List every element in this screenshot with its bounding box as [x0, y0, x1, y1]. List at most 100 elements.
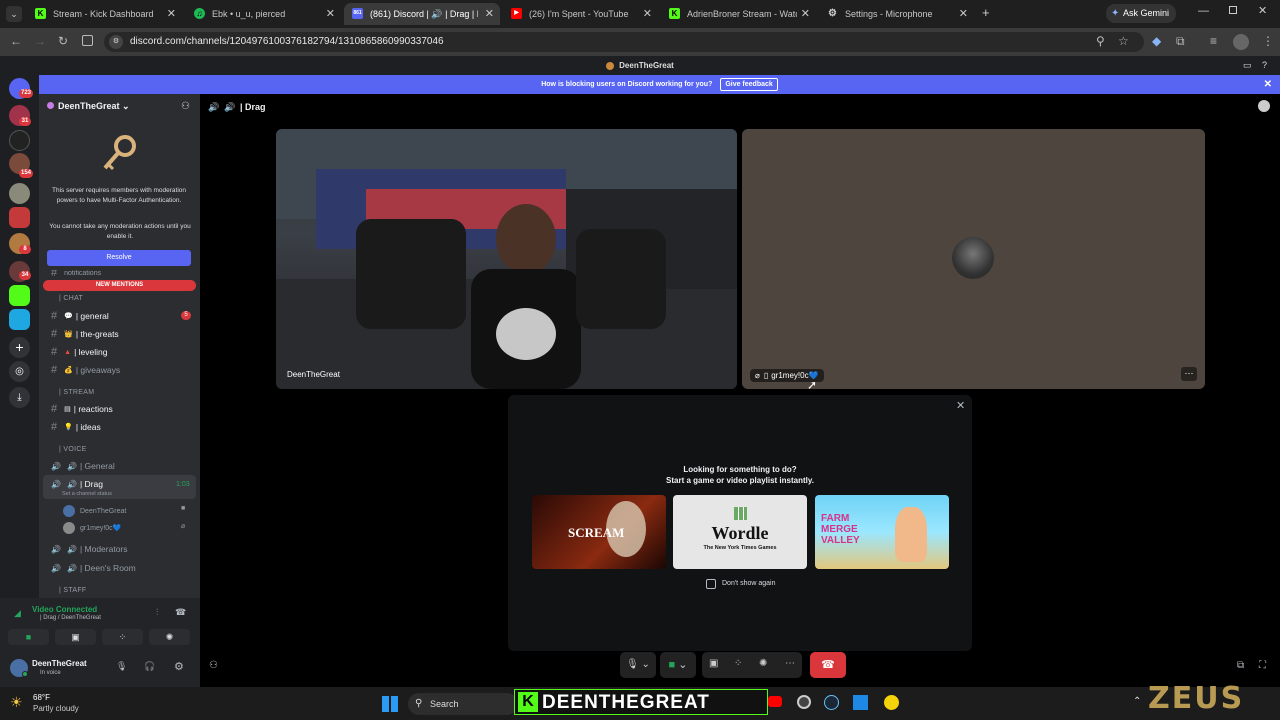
help-icon[interactable]: ? [1262, 56, 1267, 75]
extension-icon[interactable]: ◆ [1152, 34, 1161, 48]
tab-kick-broner[interactable]: K AdrienBroner Stream - Watch L ✕ [661, 3, 816, 25]
bookmark-star-icon[interactable]: ☆ [1118, 34, 1129, 48]
close-activity-icon[interactable]: ✕ [956, 399, 965, 412]
channel-reactions[interactable]: # ▤ | reactions [51, 403, 113, 415]
store-app-icon[interactable] [853, 695, 868, 710]
activities-icon[interactable]: ⁘ [734, 658, 742, 669]
profile-avatar[interactable] [1233, 34, 1249, 50]
steam-app-icon[interactable] [824, 695, 839, 710]
tab-settings[interactable]: ⚙ Settings - Microphone ✕ [819, 3, 974, 25]
extensions-puzzle-icon[interactable]: ⧉ [1176, 34, 1185, 49]
give-feedback-button[interactable]: Give feedback [720, 78, 778, 91]
discover-icon[interactable]: ◎ [9, 361, 30, 382]
youtube-app-icon[interactable] [768, 696, 782, 707]
channel-the-greats[interactable]: # 👑 | the-greats [51, 328, 119, 340]
channel-leveling[interactable]: # ▲ | leveling [51, 346, 107, 358]
activities-button[interactable]: ⁘ [102, 629, 143, 645]
connection-status[interactable]: Video Connected [32, 605, 97, 614]
category-stream[interactable]: | STREAM [59, 389, 94, 396]
channel-giveaways[interactable]: # 💰 | giveaways [51, 364, 120, 376]
microphone-button[interactable]: 🎙 ⌄ [620, 652, 656, 678]
category-voice[interactable]: | VOICE [59, 446, 87, 453]
close-tab-icon[interactable]: ✕ [959, 7, 968, 20]
download-apps-icon[interactable]: ⤓ [9, 387, 30, 408]
category-staff[interactable]: | STAFF [59, 587, 87, 594]
popout-icon[interactable]: ⧉ [1237, 660, 1244, 671]
voice-channel-general[interactable]: 🔊 🔊 | General [51, 461, 115, 471]
video-tile-deenthegreat[interactable]: DeenTheGreat [276, 129, 737, 389]
windows-start-icon[interactable] [382, 696, 398, 712]
back-icon[interactable]: ← [10, 34, 22, 48]
forward-icon[interactable]: → [34, 34, 46, 48]
channel-ideas[interactable]: # 💡 | ideas [51, 421, 101, 433]
server-icon[interactable] [9, 207, 30, 228]
disconnect-icon[interactable]: ☎ [175, 607, 186, 618]
reload-icon[interactable]: ↻ [58, 34, 68, 48]
fullscreen-icon[interactable]: ⛶ [1259, 660, 1266, 671]
channel-notifications[interactable]: # notifications [51, 270, 101, 276]
weather-temp[interactable]: 68°F [33, 693, 50, 702]
activity-card-farm-merge[interactable]: FARM MERGE VALLEY [815, 495, 949, 569]
screen-share-icon[interactable]: ▣ [709, 658, 718, 669]
server-icon[interactable] [9, 130, 30, 151]
ask-gemini-button[interactable]: ✦ Ask Gemini [1106, 4, 1176, 23]
restore-icon[interactable] [1229, 6, 1237, 14]
leave-call-button[interactable]: ☎ [810, 652, 846, 678]
close-window-icon[interactable]: ✕ [1258, 4, 1267, 17]
norton-app-icon[interactable] [884, 695, 899, 710]
tab-search-icon[interactable]: ⌄ [6, 6, 22, 22]
taskbar-search[interactable]: ⚲ Search [408, 693, 518, 715]
noise-suppression-icon[interactable]: ⫶ [156, 607, 158, 618]
tab-spotify[interactable]: ♫ Ebk • u_u, pierced ✕ [186, 3, 341, 25]
close-tab-icon[interactable]: ✕ [167, 7, 176, 20]
close-tab-icon[interactable]: ✕ [801, 7, 810, 20]
user-name[interactable]: DeenTheGreat [32, 659, 87, 668]
voice-user[interactable]: gr1mey!0c💙 [63, 522, 121, 534]
video-tile-grimeyloc[interactable]: ⌀ ▯ gr1mey!0c💙 ⋯ [742, 129, 1205, 389]
server-icon[interactable] [9, 309, 30, 330]
sidebar-toggle-icon[interactable] [82, 35, 93, 46]
more-options-icon[interactable]: ⋯ [1181, 367, 1197, 381]
new-mentions-pill[interactable]: NEW MENTIONS [43, 280, 196, 291]
tab-discord[interactable]: 861 (861) Discord | 🔊 | Drag | D ✕ [344, 3, 500, 25]
server-icon[interactable] [9, 285, 30, 306]
minimize-icon[interactable]: — [1198, 5, 1209, 17]
more-icon[interactable]: ⋯ [785, 658, 795, 669]
microphone-icon[interactable]: 🎙 [116, 661, 127, 672]
chat-bubble-icon[interactable] [1258, 100, 1270, 112]
screen-share-button[interactable]: ▣ [55, 629, 96, 645]
settings-gear-icon[interactable]: ⚙ [174, 660, 184, 673]
channel-status[interactable]: Set a channel status [62, 491, 112, 497]
inbox-icon[interactable]: ▭ [1243, 56, 1252, 75]
category-chat[interactable]: | CHAT [59, 295, 83, 302]
voice-channel-moderators[interactable]: 🔊 🔊 | Moderators [51, 544, 128, 554]
close-tab-icon[interactable]: ✕ [326, 7, 335, 20]
close-tab-icon[interactable]: ✕ [485, 7, 494, 20]
weather-icon[interactable]: ☀ [10, 694, 23, 711]
add-server-icon[interactable]: + [9, 337, 30, 358]
close-tab-icon[interactable]: ✕ [643, 7, 652, 20]
tab-youtube[interactable]: ▶ (26) I'm Spent - YouTube ✕ [503, 3, 658, 25]
camera-button[interactable]: ■ ⌄ [660, 652, 696, 678]
channel-general[interactable]: # 💬 | general [51, 310, 109, 322]
resolve-button[interactable]: Resolve [47, 250, 191, 266]
voice-user[interactable]: DeenTheGreat [63, 505, 126, 517]
soundboard-icon[interactable]: ✺ [759, 658, 767, 669]
camera-toggle-button[interactable]: ■ [8, 629, 49, 645]
close-banner-icon[interactable]: ✕ [1264, 75, 1272, 94]
server-icon[interactable] [9, 183, 30, 204]
address-bar[interactable]: ⚙ discord.com/channels/12049761003761827… [104, 32, 1144, 52]
new-tab-button[interactable]: + [982, 5, 990, 20]
activity-card-wordle[interactable]: Wordle The New York Times Games [673, 495, 807, 569]
zoom-icon[interactable]: ⚲ [1096, 34, 1105, 48]
dont-show-again-checkbox[interactable] [706, 579, 716, 589]
voice-channel-drag[interactable]: 🔊 🔊 | Drag [51, 479, 103, 489]
tray-chevron-icon[interactable]: ⌃ [1133, 696, 1141, 707]
soundboard-button[interactable]: ✺ [149, 629, 190, 645]
activity-launcher-icon[interactable]: ⚇ [209, 660, 218, 671]
more-menu-icon[interactable]: ⋮ [1262, 34, 1274, 48]
invite-people-icon[interactable]: ⚇ [181, 101, 190, 112]
voice-channel-deens-room[interactable]: 🔊 🔊 | Deen's Room [51, 563, 136, 573]
headphones-icon[interactable]: 🎧 [144, 661, 155, 672]
activity-card-scream[interactable]: SCREAM [532, 495, 666, 569]
